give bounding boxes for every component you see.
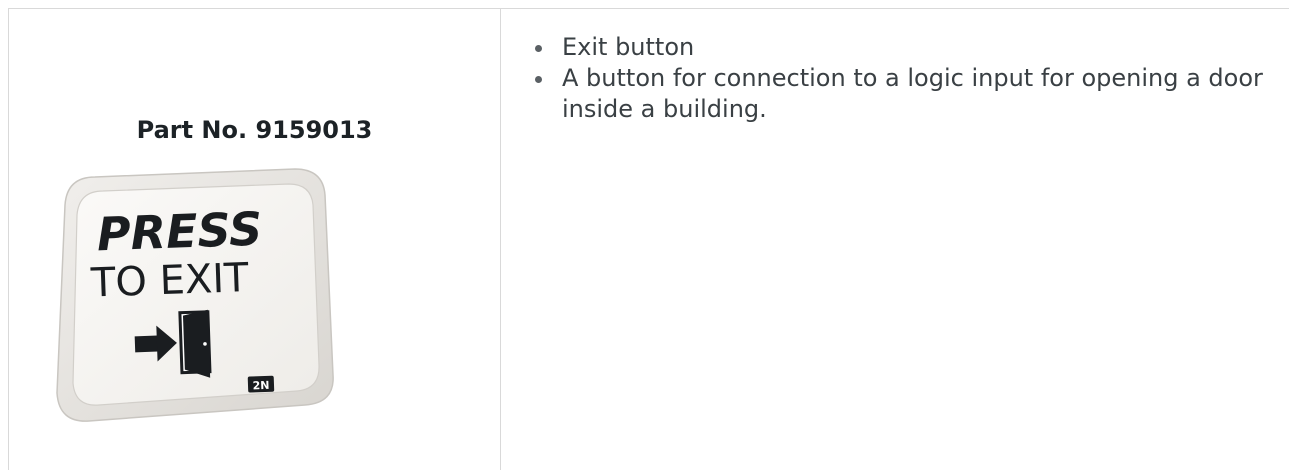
product-cell: Part No. 9159013 PRESS TO EXIT 2N	[9, 9, 500, 470]
feature-list: Exit button A button for connection to a…	[535, 32, 1275, 125]
bullet-icon	[535, 76, 542, 83]
to-exit-label: TO EXIT	[89, 255, 250, 307]
part-number: Part No. 9159013	[136, 116, 373, 144]
list-item: A button for connection to a logic input…	[535, 63, 1275, 125]
brand-logo: 2N	[247, 375, 275, 393]
feature-text: A button for connection to a logic input…	[562, 64, 1263, 123]
svg-text:2N: 2N	[252, 379, 269, 393]
product-table: Part No. 9159013 PRESS TO EXIT 2N Exit b…	[0, 0, 1289, 470]
bullet-icon	[535, 45, 542, 52]
press-label: PRESS	[96, 202, 263, 262]
feature-text: Exit button	[562, 33, 695, 61]
description-cell: Exit button A button for connection to a…	[501, 9, 1281, 470]
exit-button-photo-icon: PRESS TO EXIT 2N	[56, 168, 334, 422]
list-item: Exit button	[535, 32, 1275, 63]
